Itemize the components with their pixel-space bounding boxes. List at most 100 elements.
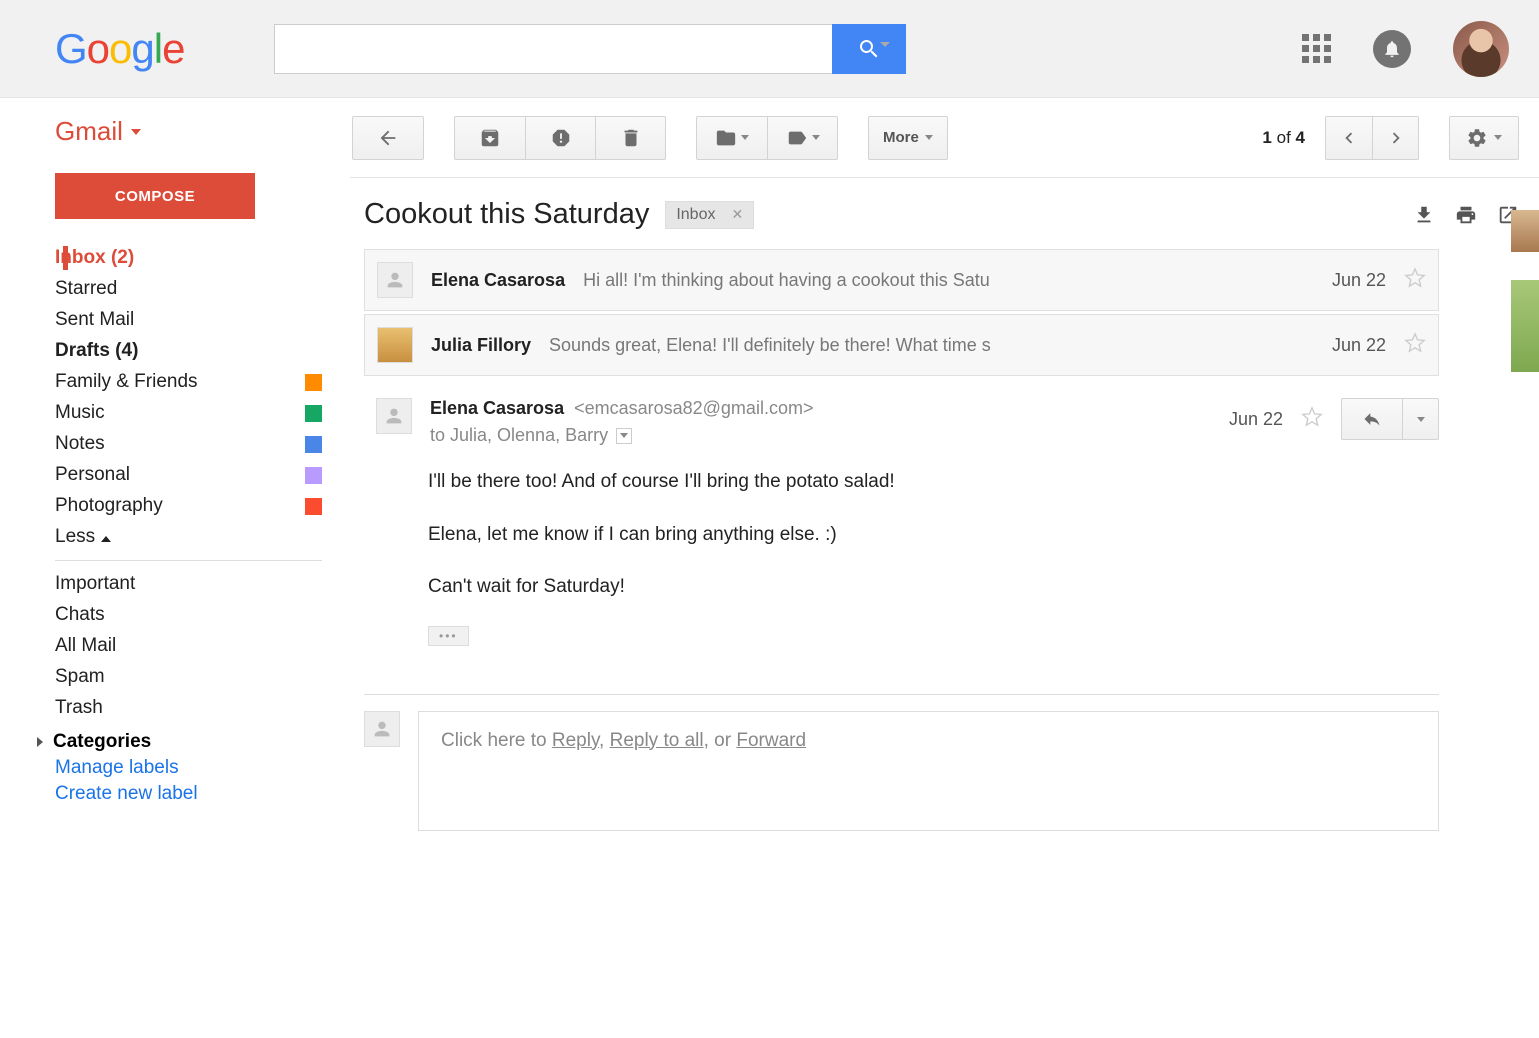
settings-button[interactable]: [1449, 116, 1519, 160]
gmail-dropdown[interactable]: Gmail: [55, 116, 322, 147]
recipients: to Julia, Olenna, Barry: [430, 425, 1211, 446]
trash-icon: [620, 127, 642, 149]
trimmed-content-button[interactable]: •••: [428, 626, 469, 646]
sender-name: Julia Fillory: [431, 335, 531, 356]
spam-icon: [550, 127, 572, 149]
thread-header: Cookout this Saturday Inbox ✕: [364, 198, 1539, 231]
sidebar-item-allmail[interactable]: All Mail: [55, 631, 322, 661]
thread-subject: Cookout this Saturday: [364, 198, 649, 231]
chevron-down-icon: [620, 433, 628, 438]
gear-icon: [1466, 127, 1488, 149]
collapsed-message[interactable]: Elena Casarosa Hi all! I'm thinking abou…: [364, 249, 1439, 311]
notifications-icon[interactable]: [1373, 30, 1411, 68]
chevron-left-icon: [1338, 127, 1360, 149]
label-color-swatch: [305, 498, 322, 515]
avatar-icon: [377, 327, 413, 363]
sidebar-item-inbox[interactable]: Inbox (2): [55, 243, 322, 273]
print-icon[interactable]: [1455, 204, 1477, 226]
sidebar-item-categories[interactable]: Categories: [55, 731, 322, 753]
show-details-button[interactable]: [616, 428, 632, 444]
contact-thumbnail[interactable]: [1511, 210, 1539, 252]
search-input[interactable]: [274, 24, 832, 74]
reply-box[interactable]: Click here to Reply, Reply to all, or Fo…: [418, 711, 1439, 831]
back-arrow-icon: [377, 127, 399, 149]
delete-button[interactable]: [595, 117, 665, 159]
more-button[interactable]: More: [868, 116, 948, 160]
apps-icon[interactable]: [1302, 34, 1331, 63]
search-button[interactable]: [832, 24, 906, 74]
archive-button[interactable]: [455, 117, 525, 159]
pager-next-button[interactable]: [1372, 117, 1418, 159]
chevron-down-icon: [1417, 417, 1425, 422]
star-button[interactable]: [1404, 332, 1426, 359]
right-rail: [1511, 148, 1539, 400]
sender-name: Elena Casarosa: [430, 398, 564, 419]
back-button[interactable]: [353, 117, 423, 159]
header: Google: [0, 0, 1539, 98]
sidebar-item-less[interactable]: Less: [55, 522, 322, 552]
forward-link[interactable]: Forward: [736, 730, 806, 751]
snippet: Hi all! I'm thinking about having a cook…: [583, 270, 1314, 291]
sidebar-item-chats[interactable]: Chats: [55, 600, 322, 630]
sidebar-item-music[interactable]: Music: [55, 398, 322, 428]
star-button[interactable]: [1301, 406, 1323, 433]
label-chip[interactable]: Inbox ✕: [665, 201, 754, 229]
star-button[interactable]: [1404, 267, 1426, 294]
snippet: Sounds great, Elena! I'll definitely be …: [549, 335, 1314, 356]
date: Jun 22: [1332, 335, 1386, 356]
compose-button[interactable]: COMPOSE: [55, 173, 255, 219]
pager-text: 1 of 4: [1262, 128, 1305, 148]
sidebar-item-starred[interactable]: Starred: [55, 274, 322, 304]
sidebar-item-personal[interactable]: Personal: [55, 460, 322, 490]
create-label-link[interactable]: Create new label: [55, 783, 322, 805]
chevron-down-icon: [925, 135, 933, 140]
reply-area: Click here to Reply, Reply to all, or Fo…: [364, 711, 1539, 831]
chevron-down-icon: [1494, 135, 1502, 140]
reply-link[interactable]: Reply: [552, 730, 599, 751]
searchbar: [274, 24, 906, 74]
app-name: Gmail: [55, 116, 123, 147]
collapsed-message[interactable]: Julia Fillory Sounds great, Elena! I'll …: [364, 314, 1439, 376]
sidebar-item-spam[interactable]: Spam: [55, 662, 322, 692]
contact-thumbnail[interactable]: [1511, 280, 1539, 372]
sidebar-item-important[interactable]: Important: [55, 569, 322, 599]
reply-icon: [1362, 409, 1382, 429]
reply-all-link[interactable]: Reply to all: [610, 730, 704, 751]
content: More 1 of 4 Cookout this Saturday Inbox …: [350, 98, 1539, 831]
sidebar-item-drafts[interactable]: Drafts (4): [55, 336, 322, 366]
folder-icon: [715, 127, 737, 149]
sidebar-item-family[interactable]: Family & Friends: [55, 367, 322, 397]
reply-more-button[interactable]: [1402, 399, 1438, 439]
sidebar: Gmail COMPOSE Inbox (2) Starred Sent Mai…: [0, 98, 350, 831]
avatar-icon: [376, 398, 412, 434]
label-color-swatch: [305, 436, 322, 453]
label-color-swatch: [305, 467, 322, 484]
search-icon: [857, 37, 881, 61]
sidebar-item-trash[interactable]: Trash: [55, 693, 322, 723]
chevron-right-icon: [1385, 127, 1407, 149]
remove-label-icon[interactable]: ✕: [731, 206, 743, 223]
download-icon[interactable]: [1413, 204, 1435, 226]
chevron-down-icon: [741, 135, 749, 140]
sidebar-item-sent[interactable]: Sent Mail: [55, 305, 322, 335]
account-avatar[interactable]: [1453, 21, 1509, 77]
moveto-button[interactable]: [697, 117, 767, 159]
label-color-swatch: [305, 374, 322, 391]
archive-icon: [479, 127, 501, 149]
manage-labels-link[interactable]: Manage labels: [55, 757, 322, 779]
chevron-down-icon: [131, 129, 141, 135]
sender-email: <emcasarosa82@gmail.com>: [574, 398, 813, 419]
sidebar-item-notes[interactable]: Notes: [55, 429, 322, 459]
header-right: [1302, 21, 1539, 77]
sidebar-item-photography[interactable]: Photography: [55, 491, 322, 521]
spam-button[interactable]: [525, 117, 595, 159]
labels-button[interactable]: [767, 117, 837, 159]
avatar-icon: [364, 711, 400, 747]
search-options-dropdown[interactable]: [880, 42, 890, 47]
divider: [55, 560, 322, 561]
pager-prev-button[interactable]: [1326, 117, 1372, 159]
divider: [364, 694, 1439, 695]
google-logo[interactable]: Google: [55, 25, 184, 73]
reply-button[interactable]: [1342, 399, 1402, 439]
label-color-swatch: [305, 405, 322, 422]
